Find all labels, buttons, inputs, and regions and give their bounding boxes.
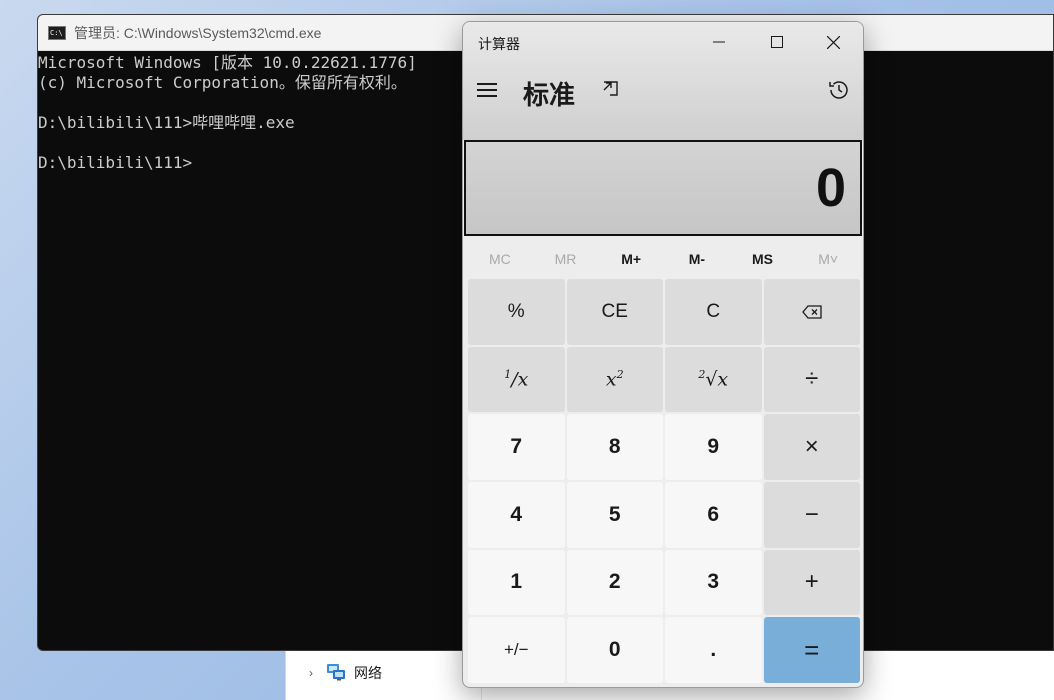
clear-entry-button[interactable]: CE [566, 279, 663, 345]
divide-button[interactable]: ÷ [763, 346, 860, 413]
menu-icon[interactable] [477, 80, 499, 100]
mode-title: 标准 [523, 80, 576, 110]
memory-list-button[interactable]: M˅ [795, 244, 861, 274]
calculator-window: 计算器 标准 0 MC MR M+ M- MS M˅ % CE C 1/x x2… [462, 21, 864, 688]
digit-7-button[interactable]: 7 [468, 414, 565, 480]
cmd-icon: C:\ [48, 25, 66, 40]
nav-item-label: 网络 [354, 665, 382, 681]
close-button[interactable] [813, 28, 853, 56]
calculator-toolbar: 标准 [463, 70, 863, 110]
digit-0-button[interactable]: 0 [566, 617, 663, 683]
calculator-titlebar[interactable]: 计算器 [463, 22, 863, 62]
digit-4-button[interactable]: 4 [468, 481, 565, 548]
minus-button[interactable]: − [763, 481, 860, 548]
decimal-button[interactable]: . [665, 617, 762, 683]
digit-8-button[interactable]: 8 [566, 414, 663, 480]
equals-button[interactable]: = [763, 617, 860, 683]
keypad: % CE C 1/x x2 2√x ÷ 7 8 9 × 4 5 6 − 1 2 … [468, 279, 860, 683]
nav-item-network[interactable]: › 网络 [286, 660, 486, 686]
display-value: 0 [815, 158, 846, 218]
memory-bar: MC MR M+ M- MS M˅ [467, 244, 861, 274]
plus-button[interactable]: + [763, 549, 860, 616]
keep-on-top-icon[interactable] [600, 78, 624, 102]
memory-clear-button[interactable]: MC [467, 244, 533, 274]
memory-subtract-button[interactable]: M- [664, 244, 730, 274]
square-button[interactable]: x2 [566, 346, 663, 413]
maximize-button[interactable] [757, 28, 797, 56]
chevron-right-icon[interactable]: › [304, 666, 318, 680]
calculator-title: 计算器 [478, 36, 520, 52]
cmd-title: 管理员: C:\Windows\System32\cmd.exe [74, 24, 322, 41]
clear-button[interactable]: C [665, 279, 762, 345]
square-icon: x2 [605, 368, 624, 391]
negate-button[interactable]: +/− [468, 617, 565, 683]
square-root-button[interactable]: 2√x [665, 346, 762, 413]
reciprocal-icon: 1/x [504, 368, 529, 391]
digit-3-button[interactable]: 3 [665, 549, 762, 616]
digit-9-button[interactable]: 9 [665, 414, 762, 480]
memory-recall-button[interactable]: MR [533, 244, 599, 274]
digit-1-button[interactable]: 1 [468, 549, 565, 616]
reciprocal-button[interactable]: 1/x [468, 346, 565, 413]
calculator-display: 0 [464, 140, 862, 236]
memory-store-button[interactable]: MS [730, 244, 796, 274]
digit-2-button[interactable]: 2 [566, 549, 663, 616]
memory-add-button[interactable]: M+ [598, 244, 664, 274]
network-icon [326, 663, 346, 684]
multiply-button[interactable]: × [763, 414, 860, 480]
history-icon[interactable] [827, 78, 851, 102]
square-root-icon: 2√x [698, 368, 729, 391]
digit-5-button[interactable]: 5 [566, 481, 663, 548]
digit-6-button[interactable]: 6 [665, 481, 762, 548]
minimize-button[interactable] [699, 28, 739, 56]
backspace-icon [801, 305, 822, 319]
percent-button[interactable]: % [468, 279, 565, 345]
backspace-button[interactable] [763, 279, 860, 345]
